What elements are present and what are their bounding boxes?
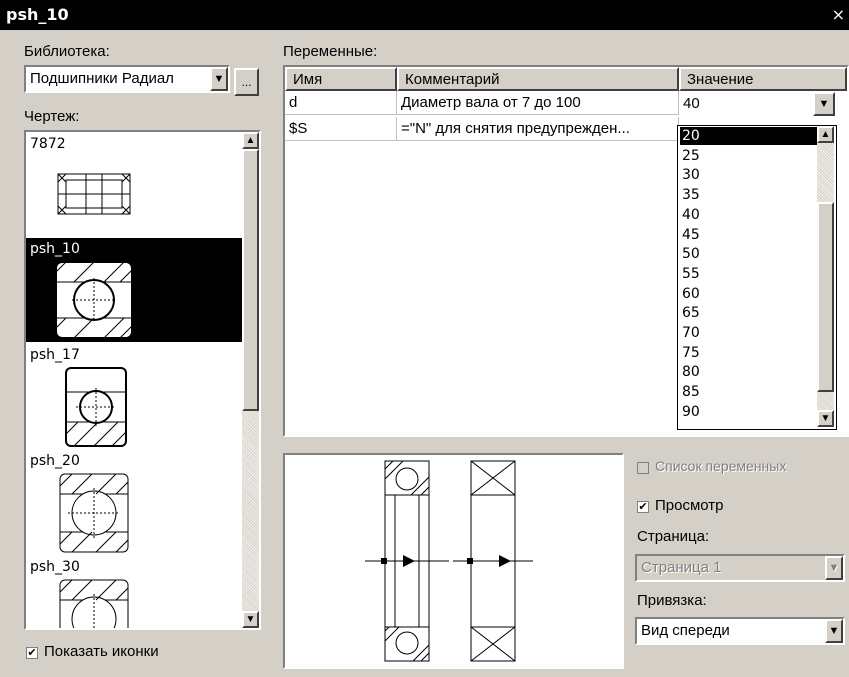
title-bar: psh_10 × [0,0,849,30]
dropdown-option[interactable]: 55 [680,265,817,283]
bearing-thumbnail-icon [65,367,127,447]
drawing-label: Чертеж: [24,108,80,125]
column-header-name[interactable]: Имя [285,67,397,91]
chevron-down-icon[interactable]: ▼ [825,556,843,580]
scrollbar-thumb[interactable] [242,149,259,411]
library-label: Библиотека: [24,43,110,60]
dropdown-option[interactable]: 80 [680,363,817,381]
page-select-value: Страница 1 [641,559,722,576]
arrow-down-icon[interactable]: ▼ [817,410,834,427]
dropdown-scrollbar[interactable]: ▲ ▼ [817,126,834,427]
show-icons-label: Показать иконки [44,643,159,660]
chevron-down-icon[interactable]: ▼ [825,619,843,643]
dropdown-option[interactable]: 45 [680,226,817,244]
column-header-value[interactable]: Значение [679,67,847,91]
variable-list-checkbox[interactable] [637,462,649,474]
var-name-cell[interactable]: d [285,91,397,115]
arrow-down-icon[interactable]: ▼ [242,611,259,628]
library-browse-button[interactable]: ... [234,68,259,96]
list-item-selected[interactable]: psh_10 [26,238,242,342]
arrow-up-icon[interactable]: ▲ [242,132,259,149]
show-icons-checkbox[interactable]: ✔ [26,647,38,659]
dropdown-option[interactable]: 35 [680,186,817,204]
bearing-thumbnail-icon [57,173,131,215]
var-value-cell[interactable]: 40 [679,91,829,115]
dropdown-option[interactable]: 20 [680,127,817,145]
library-select[interactable]: Подшипники Радиал ▼ [24,65,230,93]
arrow-up-icon[interactable]: ▲ [817,126,834,143]
column-header-comment[interactable]: Комментарий [397,67,679,91]
var-name-cell[interactable]: $S [285,117,397,141]
page-select[interactable]: Страница 1 ▼ [635,554,845,582]
binding-select-value: Вид спереди [641,622,730,639]
value-dropdown-list[interactable]: 20 25 30 35 40 45 50 55 60 65 70 75 80 85 90 ▲ ▼ [677,125,837,430]
bearing-thumbnail-icon [59,579,129,628]
preview-panel [283,453,624,669]
chevron-down-icon[interactable]: ▼ [210,67,228,91]
drawing-list[interactable]: 7872 psh_10 psh_17 psh_20 psh_30 ▲ ▼ [24,130,261,630]
chevron-down-icon[interactable]: ▼ [813,92,835,116]
dropdown-option[interactable]: 75 [680,344,817,362]
dropdown-option[interactable]: 40 [680,206,817,224]
scrollbar-thumb[interactable] [817,202,834,392]
preview-label: Просмотр [655,497,724,514]
preview-checkbox[interactable]: ✔ [637,501,649,513]
dropdown-option[interactable]: 25 [680,147,817,165]
list-item[interactable]: psh_20 [26,450,242,554]
list-item[interactable]: 7872 [26,132,242,236]
variables-grid[interactable]: Имя Комментарий Значение d Диаметр вала … [283,65,849,437]
bearing-preview-drawing [365,460,533,662]
dropdown-option[interactable]: 70 [680,324,817,342]
var-comment-cell[interactable]: ="N" для снятия предупрежден... [397,117,679,141]
bearing-thumbnail-icon [59,473,129,553]
binding-label: Привязка: [637,592,707,609]
variables-label: Переменные: [283,43,378,60]
dropdown-option[interactable]: 30 [680,166,817,184]
dropdown-option[interactable]: 85 [680,383,817,401]
dropdown-option[interactable]: 50 [680,245,817,263]
dropdown-option[interactable]: 60 [680,285,817,303]
list-item[interactable]: psh_30 [26,556,242,628]
dropdown-option[interactable]: 65 [680,304,817,322]
drawing-list-scrollbar[interactable]: ▲ ▼ [242,132,259,628]
list-item[interactable]: psh_17 [26,344,242,448]
page-label: Страница: [637,528,710,545]
variable-list-label: Список переменных [655,458,787,474]
dropdown-option[interactable]: 90 [680,403,817,421]
close-icon[interactable]: × [832,5,845,24]
checkmark-icon: ✔ [638,501,648,513]
binding-select[interactable]: Вид спереди ▼ [635,617,845,645]
checkmark-icon: ✔ [27,647,37,659]
window-title: psh_10 [6,5,69,24]
library-select-value: Подшипники Радиал [30,70,174,87]
bearing-thumbnail-icon [55,261,133,339]
var-comment-cell[interactable]: Диаметр вала от 7 до 100 [397,91,679,115]
